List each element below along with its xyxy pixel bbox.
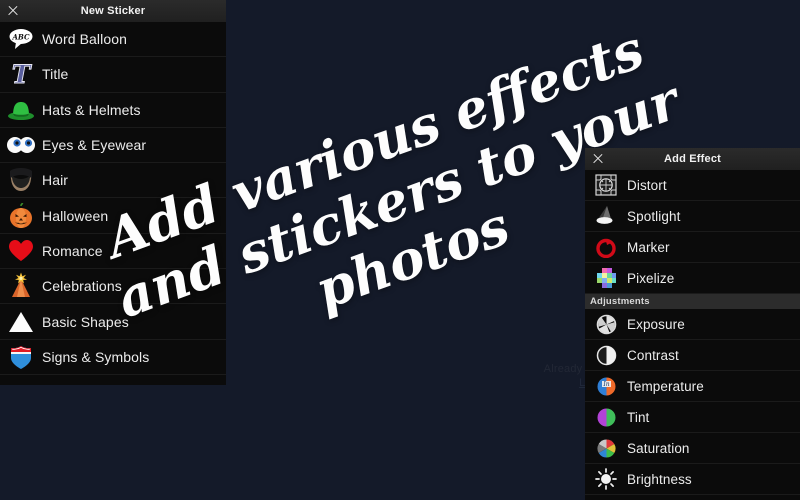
adjustment-item-label: Saturation: [627, 440, 690, 456]
close-icon[interactable]: [6, 4, 20, 18]
title-letter-t-icon: T: [0, 57, 42, 91]
sticker-item-basic-shapes[interactable]: Basic Shapes: [0, 304, 226, 340]
aperture-icon: [585, 309, 627, 339]
add-effect-header: Add Effect: [585, 148, 800, 170]
effect-item-marker[interactable]: Marker: [585, 232, 800, 263]
adjustment-item-tint[interactable]: Tint: [585, 402, 800, 433]
hair-beard-icon: [0, 163, 42, 197]
party-hat-icon: [0, 269, 42, 303]
close-icon[interactable]: [591, 152, 605, 166]
svg-text:T: T: [12, 61, 33, 87]
adjustment-item-saturation[interactable]: Saturation: [585, 433, 800, 464]
sticker-item-label: Celebrations: [42, 278, 122, 295]
sticker-item-label: Hats & Helmets: [42, 101, 141, 118]
temperature-circle-icon: In: [585, 371, 627, 401]
sticker-item-label: Title: [42, 66, 69, 83]
effect-list: Distort Spotlight Marker Pixelize Adjust…: [585, 170, 800, 495]
pumpkin-icon: [0, 198, 42, 232]
sticker-item-label: Eyes & Eyewear: [42, 137, 147, 154]
googly-eyes-icon: [0, 128, 42, 162]
svg-text:In: In: [602, 381, 609, 388]
app-root: Already a member ? Log In New Sticker AB…: [0, 0, 800, 500]
adjustments-section-label: Adjustments: [590, 296, 650, 307]
new-sticker-panel: New Sticker ABC Word Balloon T Title Hat…: [0, 0, 226, 385]
sticker-item-signs-symbols[interactable]: Signs & Symbols: [0, 340, 226, 375]
sticker-item-label: Basic Shapes: [42, 313, 129, 330]
effect-item-label: Marker: [627, 239, 670, 255]
adjustment-item-brightness[interactable]: Brightness: [585, 464, 800, 495]
sticker-item-halloween[interactable]: Halloween: [0, 198, 226, 234]
adjustment-item-temperature[interactable]: In Temperature: [585, 371, 800, 402]
adjustment-item-label: Tint: [627, 409, 650, 425]
sticker-item-label: Hair: [42, 172, 69, 189]
sticker-category-list: ABC Word Balloon T Title Hats & Helmets …: [0, 22, 226, 375]
sticker-item-eyes-eyewear[interactable]: Eyes & Eyewear: [0, 128, 226, 164]
contrast-half-circle-icon: [585, 340, 627, 370]
sticker-item-hair[interactable]: Hair: [0, 163, 226, 199]
sticker-item-celebrations[interactable]: Celebrations: [0, 269, 226, 305]
effect-item-pixelize[interactable]: Pixelize: [585, 263, 800, 294]
adjustment-item-label: Contrast: [627, 347, 679, 363]
highway-shield-icon: [0, 340, 42, 374]
sticker-item-label: Signs & Symbols: [42, 348, 150, 365]
adjustment-item-exposure[interactable]: Exposure: [585, 309, 800, 340]
sticker-item-hats-helmets[interactable]: Hats & Helmets: [0, 93, 226, 128]
marker-pen-icon: [585, 232, 627, 262]
saturation-wheel-icon: [585, 433, 627, 463]
new-sticker-title: New Sticker: [80, 5, 146, 17]
new-sticker-header: New Sticker: [0, 0, 226, 22]
sticker-item-label: Romance: [42, 242, 103, 259]
tint-circle-icon: [585, 402, 627, 432]
add-effect-panel: Add Effect Distort Spotlight Marker Pixe…: [585, 148, 800, 500]
adjustment-item-contrast[interactable]: Contrast: [585, 340, 800, 371]
red-heart-icon: [0, 234, 42, 268]
pixelize-icon: [585, 263, 627, 293]
spotlight-cone-icon: [585, 201, 627, 231]
effect-item-distort[interactable]: Distort: [585, 170, 800, 201]
sticker-item-label: Word Balloon: [42, 31, 127, 48]
sticker-item-label: Halloween: [42, 207, 109, 224]
adjustment-item-label: Temperature: [627, 378, 704, 394]
word-balloon-icon: ABC: [0, 22, 42, 56]
svg-text:ABC: ABC: [11, 33, 29, 42]
adjustments-section-header: Adjustments: [585, 294, 800, 309]
white-triangle-icon: [0, 304, 42, 338]
effect-item-spotlight[interactable]: Spotlight: [585, 201, 800, 232]
green-bowler-hat-icon: [0, 93, 42, 127]
effect-item-label: Distort: [627, 177, 667, 193]
adjustment-item-label: Brightness: [627, 471, 692, 487]
sticker-item-word-balloon[interactable]: ABC Word Balloon: [0, 22, 226, 58]
effect-item-label: Spotlight: [627, 208, 681, 224]
effect-item-label: Pixelize: [627, 270, 675, 286]
sticker-item-title[interactable]: T Title: [0, 57, 226, 93]
sticker-item-romance[interactable]: Romance: [0, 234, 226, 270]
adjustment-item-label: Exposure: [627, 316, 685, 332]
brightness-sun-icon: [585, 464, 627, 494]
distort-mesh-icon: [585, 170, 627, 200]
add-effect-title: Add Effect: [664, 153, 721, 165]
